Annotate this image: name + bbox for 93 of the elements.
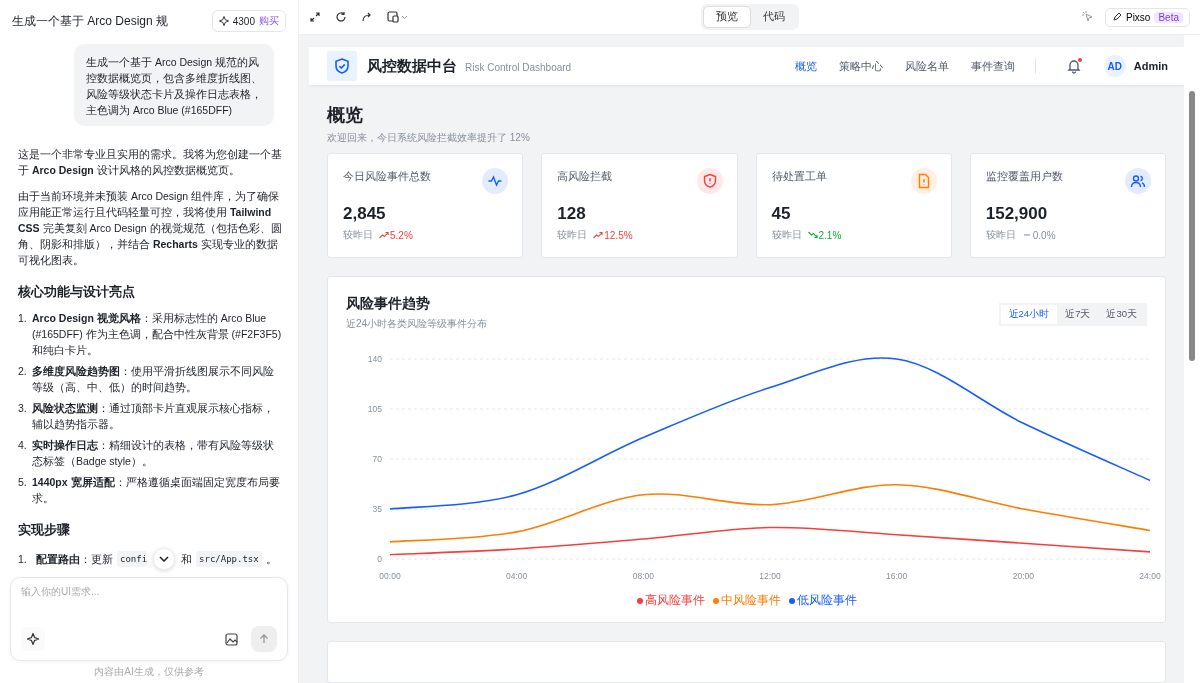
cursor-icon[interactable] — [1080, 10, 1095, 24]
nav-link[interactable]: 风险名单 — [904, 58, 949, 74]
reply-paragraph: 这是一个非常专业且实用的需求。我将为您创建一个基于 Arco Design 设计风格的风控数据概览页。 — [18, 147, 282, 178]
credits-count: 4300 — [232, 15, 255, 27]
y-tick-label: 35 — [372, 504, 382, 514]
list-number: 2. — [18, 364, 28, 379]
scrollbar-thumb[interactable] — [1189, 91, 1195, 361]
prompt-input[interactable]: 输入你的UI需求... — [10, 577, 288, 661]
refresh-icon[interactable] — [335, 11, 347, 23]
step-text: 。 — [265, 552, 277, 567]
sparkle-icon — [27, 633, 39, 645]
stat-value: 45 — [771, 204, 792, 224]
shield-logo-icon — [327, 51, 357, 81]
nav-link[interactable]: 策略中心 — [838, 58, 883, 74]
trend-change: 12.5% — [604, 229, 633, 241]
range-tab[interactable]: 近30天 — [1098, 305, 1145, 324]
list-number: 1. — [18, 311, 28, 326]
x-tick-label: 00:00 — [379, 571, 401, 581]
bell-icon[interactable] — [1065, 58, 1082, 74]
list-item-text: 风险状态监测：通过顶部卡片直观展示核心指标，辅以趋势指示器。 — [32, 401, 275, 432]
image-upload-icon[interactable] — [225, 632, 239, 646]
stat-value: 2,845 — [343, 204, 387, 224]
chevron-down-icon — [159, 556, 170, 562]
nav-link[interactable]: 概览 — [794, 58, 817, 74]
list-number: 3. — [18, 401, 28, 416]
chart-subtitle: 近24小时各类风险等级事件分布 — [346, 317, 488, 331]
y-tick-label: 140 — [367, 354, 382, 364]
arrow-up-icon — [258, 633, 270, 645]
list-item-text: Arco Design 视觉风格：采用标志性的 Arco Blue (#165DFF) 作为主色调，配合中性灰背景 (#F2F3F5) 和纯白卡片。 — [32, 311, 282, 358]
user-message: 生成一个基于 Arco Design 规范的风控数据概览页，包含多维度折线图、风险等级状态卡片及操作日志表格，主色调为 Arco Blue (#165DFF) — [74, 44, 274, 126]
section-heading: 核心功能与设计亮点 — [18, 284, 136, 300]
stat-label: 监控覆盖用户数 — [985, 170, 1063, 184]
pixso-button[interactable]: Pixso Beta — [1104, 7, 1190, 27]
stat-label: 今日风险事件总数 — [343, 170, 431, 184]
legend-label: 中风险事件 — [720, 593, 781, 608]
scroll-down-button[interactable] — [153, 548, 176, 570]
stat-label: 待处置工单 — [771, 170, 827, 184]
x-tick-label: 16:00 — [886, 571, 908, 581]
inline-code: confi — [117, 551, 148, 567]
chart-title: 风险事件趋势 — [346, 295, 431, 313]
step-text: 配置路由：更新 — [36, 552, 113, 567]
compare-label: 较昨日 — [771, 228, 802, 242]
section-heading: 实现步骤 — [18, 522, 71, 538]
range-tab[interactable]: 近24小时 — [1000, 305, 1058, 324]
x-tick-label: 20:00 — [1012, 571, 1034, 581]
page-heading: 概览 — [327, 104, 364, 127]
step-text: 和 — [181, 552, 193, 567]
beta-badge: Beta — [1154, 11, 1183, 23]
reply-paragraph: 由于当前环境并未预装 Arco Design 组件库，为了确保应用能正常运行且代码轻量可控，我将使用 Tailwind CSS 完美复刻 Arco Design 的视觉规范（包括色彩、圆角、阴影和排版），并结合 Recharts 实现专业的数据可视化图表。 — [18, 189, 282, 268]
list-item-text: 实时操作日志：精细设计的表格，带有风险等级状态标签（Badge style）。 — [32, 438, 275, 469]
list-item-text: 1440px 宽屏适配：严格遵循桌面端固定宽度布局要求。 — [32, 475, 281, 506]
compare-label: 较昨日 — [343, 228, 373, 242]
user-name: Admin — [1133, 60, 1168, 72]
expand-icon[interactable] — [309, 11, 321, 23]
redo-icon[interactable] — [361, 11, 373, 23]
legend-label: 高风险事件 — [644, 593, 705, 608]
x-tick-label: 12:00 — [759, 571, 781, 581]
chat-title: 生成一个基于 Arco Design 规 — [12, 12, 169, 30]
y-tick-label: 0 — [377, 554, 382, 564]
list-item-text: 多维度风险趋势图：使用平滑折线图展示不同风险等级（高、中、低）的时间趋势。 — [32, 364, 275, 395]
disclaimer: 内容由AI生成，仅供参考 — [93, 665, 205, 679]
y-tick-label: 70 — [372, 454, 382, 464]
buy-link[interactable]: 购买 — [259, 14, 279, 28]
x-tick-label: 04:00 — [506, 571, 528, 581]
list-number: 1. — [18, 552, 28, 567]
stat-value: 152,900 — [985, 204, 1049, 224]
trend-change: 2.1% — [818, 229, 842, 241]
stat-value: 128 — [557, 204, 587, 224]
sparkle-icon — [218, 16, 229, 26]
compare-label: 较昨日 — [557, 228, 588, 242]
brand-title: 风控数据中台 — [367, 56, 457, 76]
x-tick-label: 08:00 — [632, 571, 654, 581]
nav-link[interactable]: 事件查询 — [970, 58, 1015, 74]
stat-label: 高风险拦截 — [557, 170, 613, 184]
credits-badge[interactable]: 4300 购买 — [211, 10, 286, 32]
list-number: 5. — [18, 475, 28, 490]
brand-subtitle: Risk Control Dashboard — [465, 62, 572, 73]
compare-label: 较昨日 — [985, 228, 1016, 242]
inline-code: src/App.tsx — [196, 551, 262, 567]
trend-change: 5.2% — [390, 229, 413, 241]
legend-label: 低风险事件 — [796, 593, 857, 608]
list-number: 4. — [18, 438, 28, 453]
device-icon[interactable] — [387, 11, 409, 23]
range-tab[interactable]: 近7天 — [1057, 305, 1099, 324]
user-avatar[interactable]: AD — [1103, 55, 1126, 77]
trend-change: 0.0% — [1032, 229, 1056, 241]
welcome-text: 欢迎回来，今日系统风险拦截效率提升了 12% — [327, 131, 531, 145]
view-tab[interactable]: 预览 — [702, 6, 751, 28]
y-tick-label: 105 — [367, 404, 382, 414]
sparkle-button[interactable] — [21, 627, 45, 651]
view-tab[interactable]: 代码 — [750, 6, 797, 28]
x-tick-label: 24:00 — [1139, 571, 1161, 581]
pencil-icon — [1111, 12, 1122, 22]
